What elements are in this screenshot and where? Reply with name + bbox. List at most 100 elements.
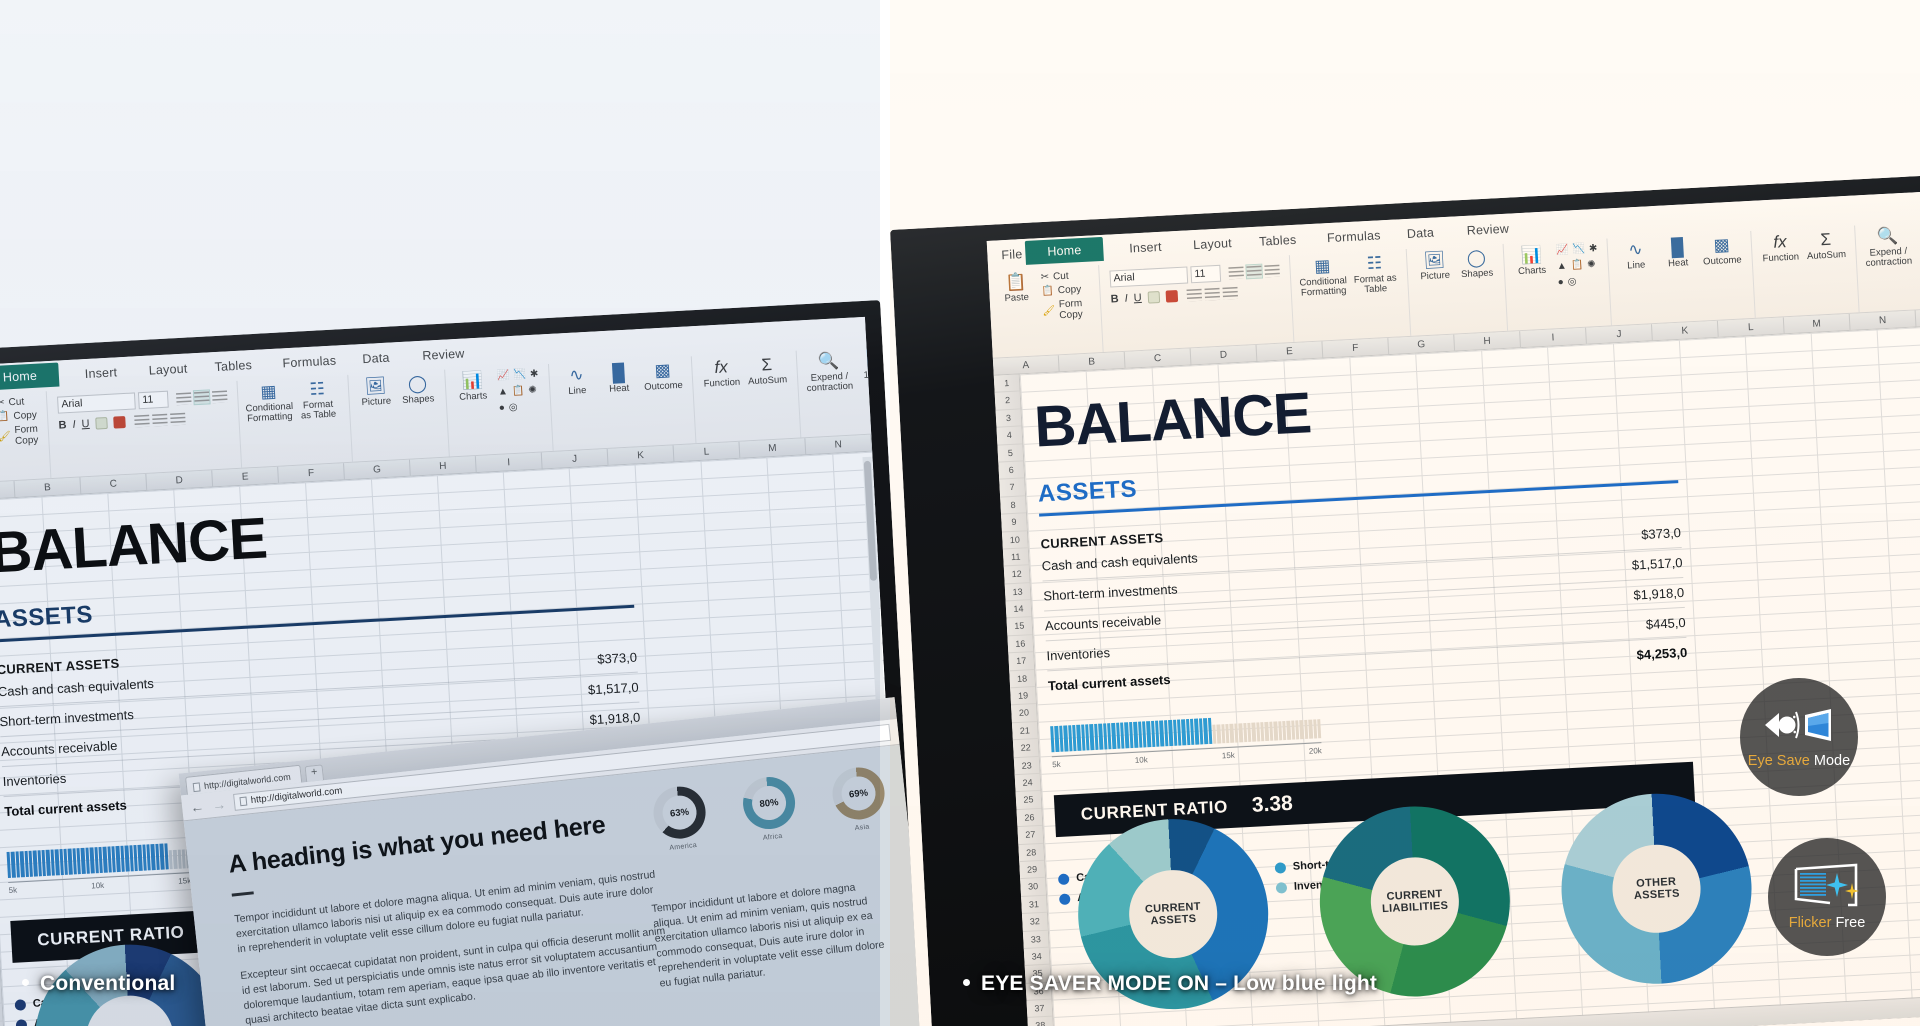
row-header[interactable]: 1 <box>993 374 1020 394</box>
heat-spark-button[interactable]: █ Heat <box>1660 238 1696 270</box>
bold-button[interactable]: B <box>58 419 67 431</box>
font-name-input[interactable]: Arial <box>57 392 136 414</box>
row-header[interactable]: 22 <box>1012 739 1039 758</box>
row-header[interactable]: 24 <box>1014 773 1041 793</box>
row-header[interactable]: 27 <box>1017 825 1044 845</box>
row-header[interactable]: 37 <box>1026 999 1053 1019</box>
shapes-button[interactable]: ◯ Shapes <box>400 374 436 406</box>
font-name-input[interactable]: Arial <box>1109 266 1189 288</box>
copy-button[interactable]: 📋 Copy <box>1041 284 1089 297</box>
forward-arrow-icon[interactable]: → <box>211 795 227 812</box>
bubble-chart-icon[interactable]: ◎ <box>1568 276 1577 287</box>
row-header[interactable]: 14 <box>1005 600 1032 619</box>
align-left-button[interactable] <box>1228 265 1244 280</box>
expend-contraction-button[interactable]: 🔍 Expend / contraction <box>806 351 853 394</box>
row-header[interactable]: 38 <box>1027 1017 1054 1026</box>
align-center-button[interactable] <box>1245 263 1263 280</box>
bar-chart-icon[interactable]: 📈 <box>497 370 510 382</box>
valign-middle-button[interactable] <box>1204 286 1220 301</box>
column-header[interactable]: O <box>1915 306 1920 327</box>
tab-layout[interactable]: Layout <box>138 357 198 382</box>
cut-button[interactable]: ✂ Cut <box>0 396 37 408</box>
pie-chart-icon[interactable]: ● <box>1557 277 1564 288</box>
row-header[interactable]: 3 <box>995 409 1022 428</box>
row-header[interactable]: 31 <box>1021 895 1047 915</box>
outcome-spark-button[interactable]: ▩ Outcome <box>643 360 683 392</box>
tab-tables[interactable]: Tables <box>204 354 262 379</box>
underline-button[interactable]: U <box>1133 291 1142 303</box>
autosum-button[interactable]: Σ AutoSum <box>747 355 788 387</box>
font-color-button[interactable] <box>113 415 126 429</box>
tab-home[interactable]: Home <box>0 362 60 391</box>
function-button[interactable]: fx Function <box>702 357 740 389</box>
shapes-button[interactable]: ◯ Shapes <box>1459 248 1495 280</box>
column-chart-icon[interactable]: 📉 <box>513 369 526 381</box>
font-size-input[interactable]: 11 <box>137 390 169 410</box>
row-header[interactable]: 12 <box>1003 565 1030 585</box>
heat-spark-button[interactable]: █ Heat <box>601 363 637 395</box>
valign-top-button[interactable] <box>134 413 150 428</box>
row-header[interactable]: 33 <box>1022 930 1049 949</box>
column-chart-icon[interactable]: 📉 <box>1572 244 1585 256</box>
new-tab-button[interactable]: + <box>304 764 325 783</box>
conditional-formatting-button[interactable]: ▦ Conditional Formatting <box>245 382 293 425</box>
bar-chart-icon[interactable]: 📈 <box>1556 245 1569 257</box>
tab-review[interactable]: Review <box>1456 217 1519 242</box>
tab-tables[interactable]: Tables <box>1249 228 1307 253</box>
row-header[interactable]: 16 <box>1007 634 1034 654</box>
valign-middle-button[interactable] <box>152 412 168 427</box>
format-painter-button[interactable]: 🖌 Form Copy <box>0 424 39 448</box>
fill-color-button[interactable] <box>1147 290 1160 304</box>
tab-data[interactable]: Data <box>352 346 400 371</box>
paste-button[interactable]: 📋 Paste <box>998 272 1034 305</box>
italic-button[interactable]: I <box>72 418 76 430</box>
row-header[interactable]: 23 <box>1013 756 1040 776</box>
zoom-100-button[interactable]: 📄 100% <box>1916 224 1920 256</box>
underline-button[interactable]: U <box>81 417 90 429</box>
expend-contraction-button[interactable]: 🔍 Expend / contraction <box>1865 226 1912 269</box>
picture-button[interactable]: 🖼 Picture <box>358 376 394 409</box>
row-header[interactable]: 34 <box>1023 947 1050 967</box>
format-as-table-button[interactable]: ☷ Format as Table <box>296 379 339 421</box>
row-header[interactable]: 29 <box>1019 860 1046 880</box>
align-right-button[interactable] <box>1264 263 1280 278</box>
row-header[interactable]: 32 <box>1021 912 1048 932</box>
valign-bottom-button[interactable] <box>170 411 186 426</box>
align-right-button[interactable] <box>211 389 228 404</box>
line-spark-button[interactable]: ∿ Line <box>1618 240 1654 272</box>
italic-button[interactable]: I <box>1124 292 1128 304</box>
align-left-button[interactable] <box>176 391 192 406</box>
row-header[interactable]: 19 <box>1010 687 1037 706</box>
tab-formulas[interactable]: Formulas <box>1316 224 1391 250</box>
fill-color-button[interactable] <box>95 416 108 430</box>
charts-button[interactable]: 📊 Charts <box>1514 245 1550 278</box>
row-header[interactable]: 9 <box>1001 513 1027 533</box>
row-header[interactable]: 5 <box>997 443 1024 463</box>
tab-home[interactable]: Home <box>1024 236 1105 265</box>
row-header[interactable]: 18 <box>1009 669 1036 689</box>
radar-chart-icon[interactable]: ✺ <box>1587 259 1596 270</box>
bubble-chart-icon[interactable]: ◎ <box>509 402 518 413</box>
scatter-chart-icon[interactable]: ✱ <box>1589 243 1598 254</box>
row-header[interactable]: 7 <box>999 478 1026 498</box>
row-header[interactable]: 28 <box>1018 843 1045 863</box>
tab-formulas[interactable]: Formulas <box>272 349 347 375</box>
row-header[interactable]: 8 <box>1000 496 1027 515</box>
area-chart-icon[interactable]: ▲ <box>1557 261 1567 273</box>
row-header[interactable]: 15 <box>1006 617 1033 637</box>
radar-chart-icon[interactable]: ✺ <box>528 385 537 396</box>
row-header[interactable]: 26 <box>1016 808 1043 828</box>
row-header[interactable]: 25 <box>1015 791 1042 810</box>
row-header[interactable]: 30 <box>1020 878 1047 897</box>
tab-layout[interactable]: Layout <box>1183 232 1243 257</box>
row-header[interactable]: 21 <box>1011 721 1038 741</box>
copy-button[interactable]: 📋 Copy <box>0 410 37 423</box>
row-header[interactable]: 13 <box>1004 582 1031 602</box>
cut-button[interactable]: ✂ Cut <box>1040 270 1088 283</box>
font-color-button[interactable] <box>1165 289 1178 303</box>
picture-button[interactable]: 🖼 Picture <box>1417 250 1453 283</box>
row-header[interactable]: 17 <box>1008 652 1035 672</box>
autosum-button[interactable]: Σ AutoSum <box>1806 230 1847 262</box>
hist-chart-icon[interactable]: 📋 <box>512 385 525 397</box>
line-spark-button[interactable]: ∿ Line <box>559 365 595 398</box>
